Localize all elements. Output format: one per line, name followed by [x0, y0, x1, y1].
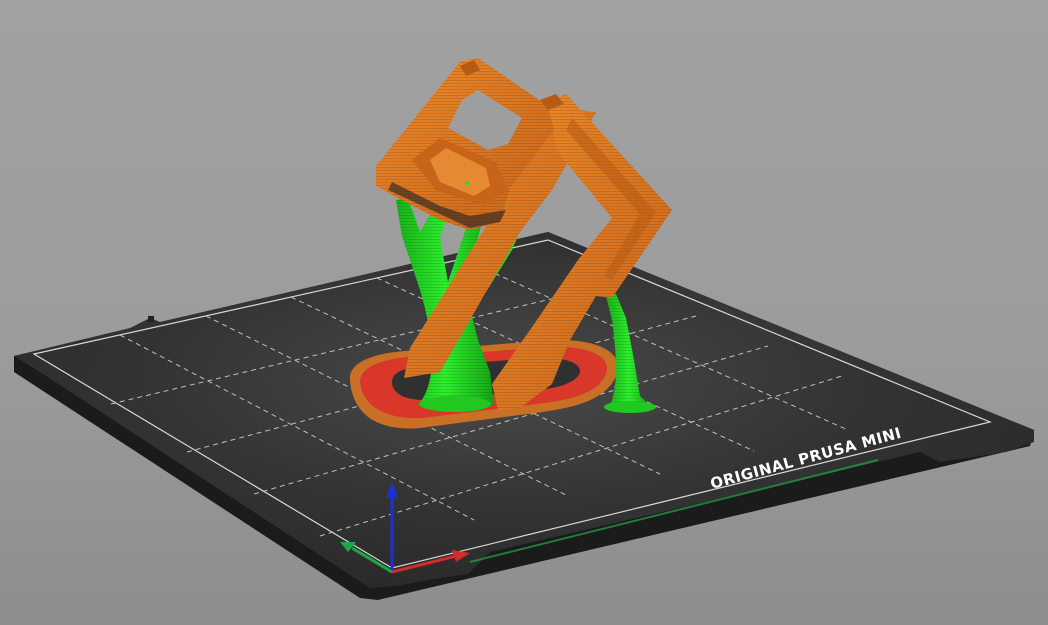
print-bed: ORIGINAL PRUSA MINI [14, 232, 1034, 600]
scene-canvas[interactable]: ORIGINAL PRUSA MINI [0, 0, 1048, 625]
bed-peg [148, 316, 154, 322]
3d-preview-viewport[interactable]: ORIGINAL PRUSA MINI [0, 0, 1048, 625]
